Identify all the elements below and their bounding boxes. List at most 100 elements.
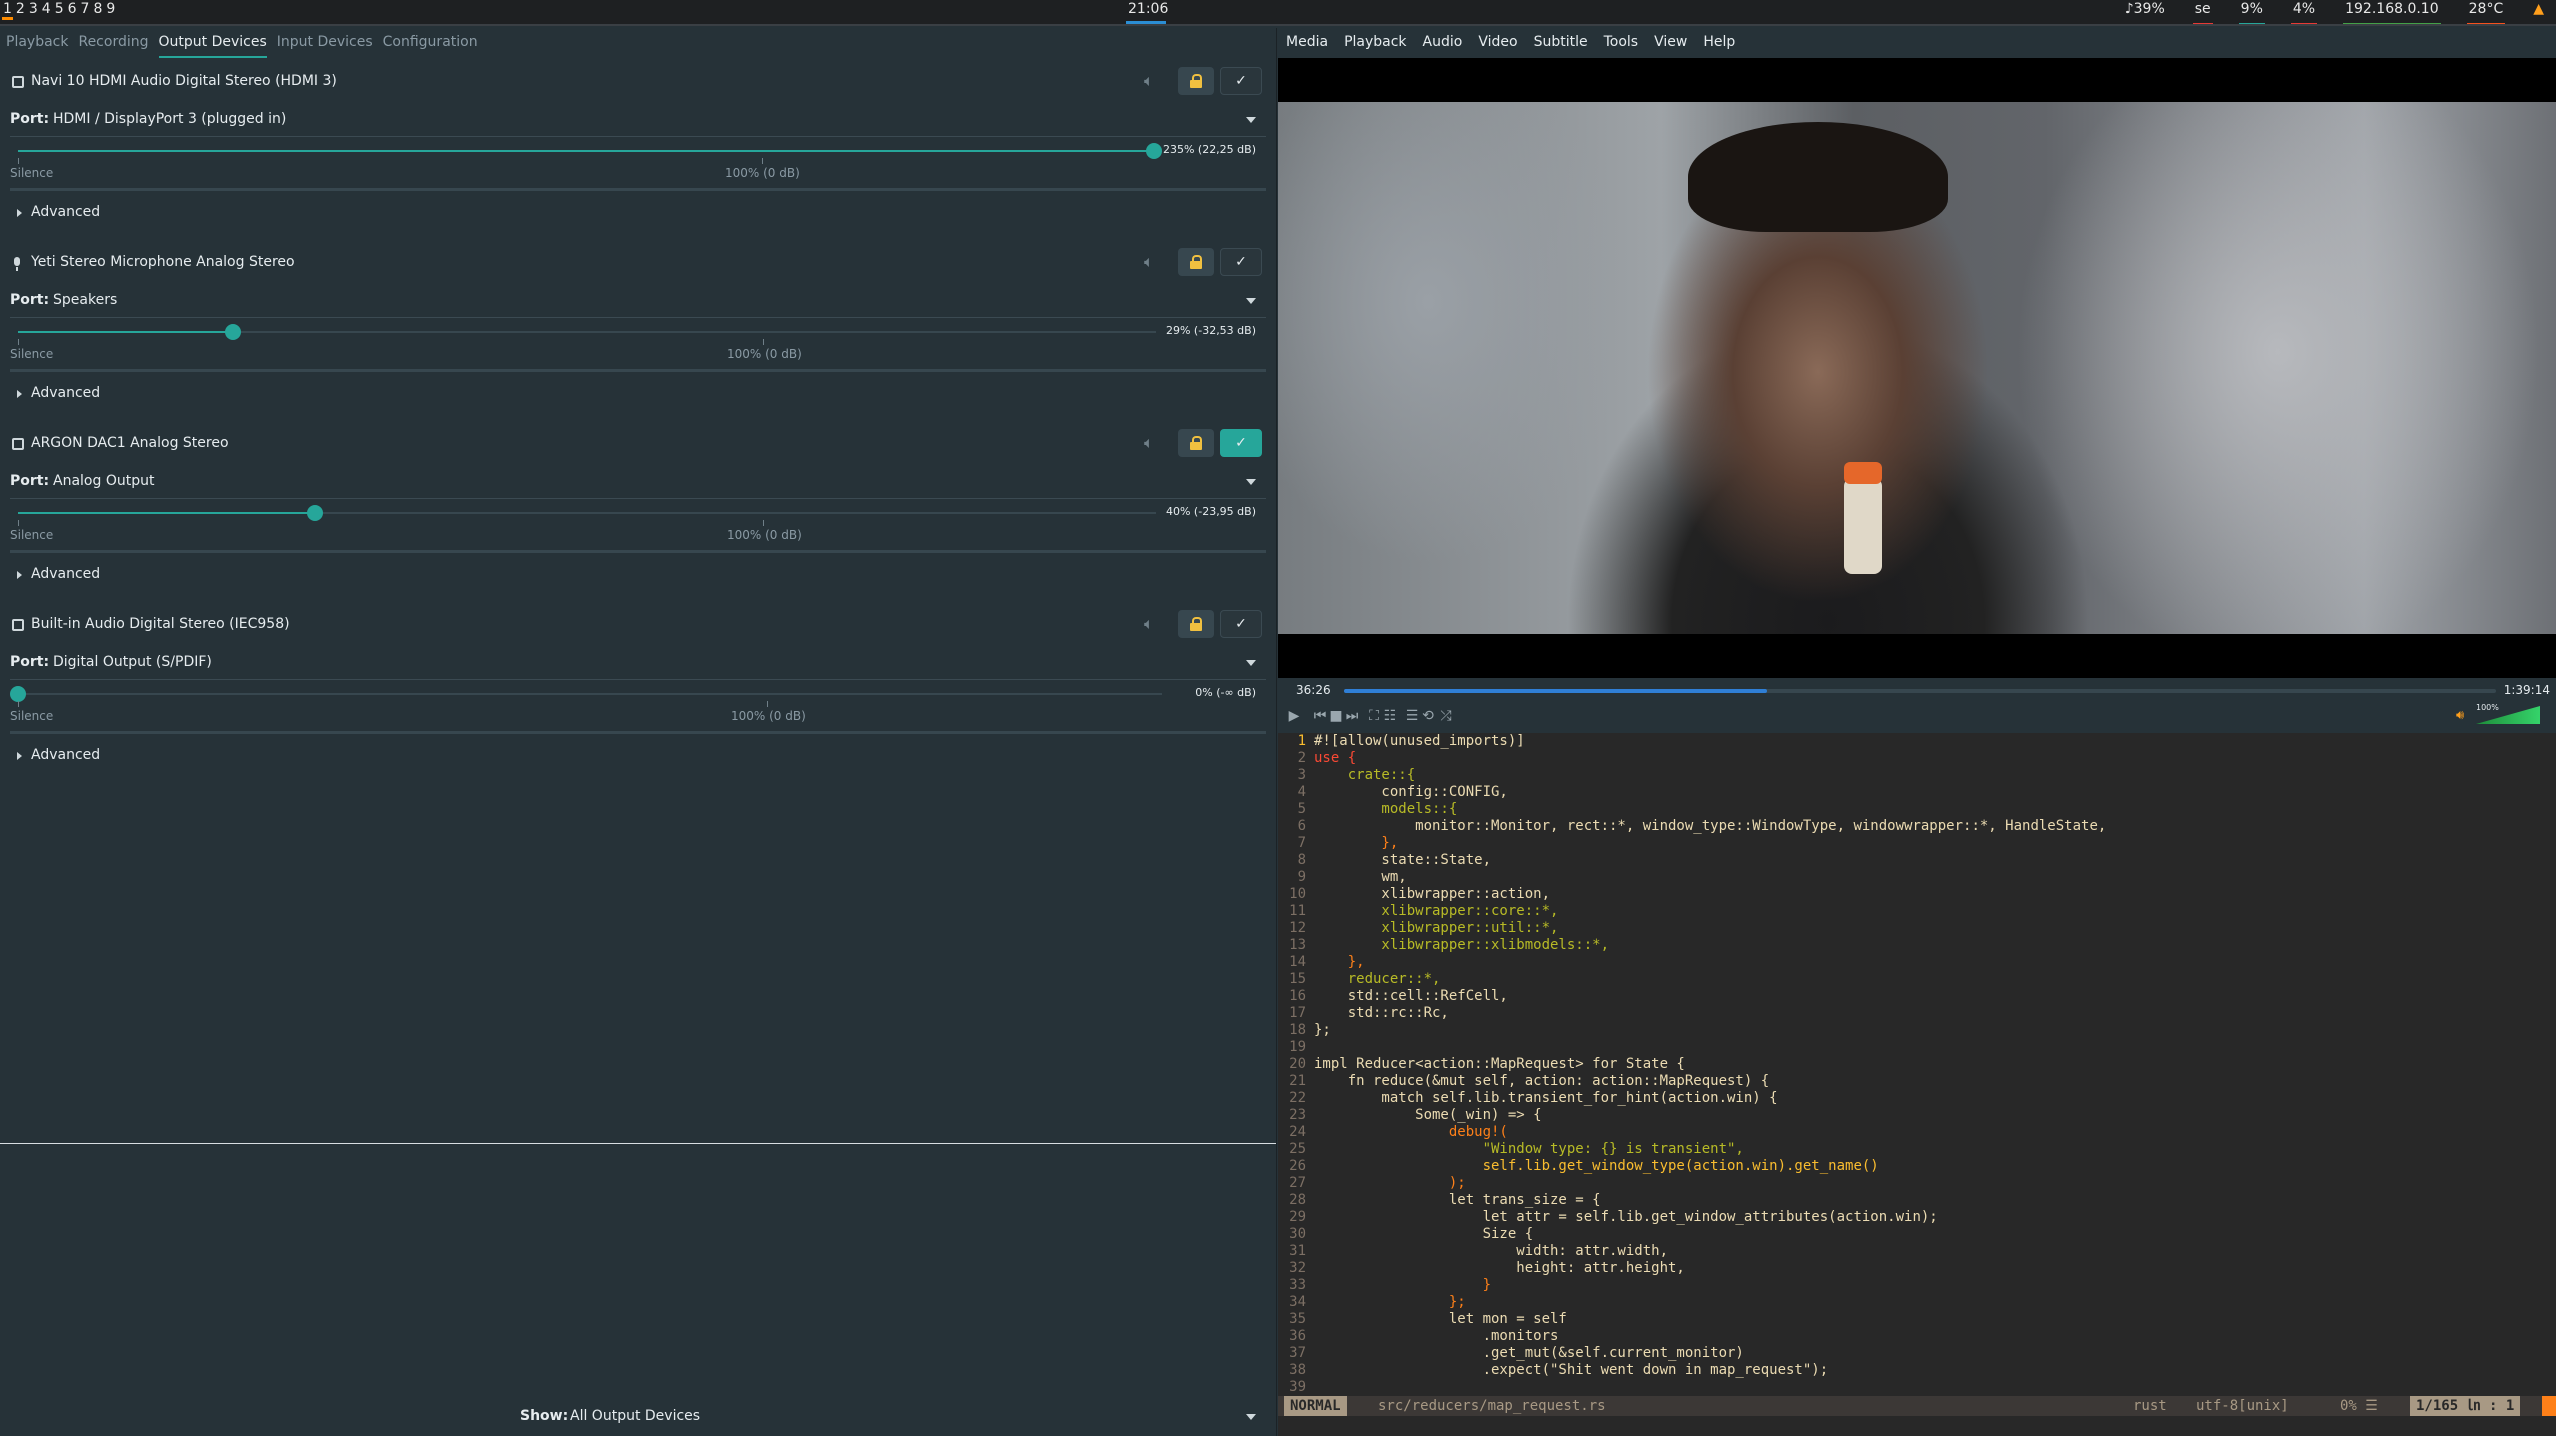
- equalizer-icon[interactable]: ☷: [1380, 706, 1400, 726]
- port-select[interactable]: Digital Output (S/PDIF): [53, 654, 212, 670]
- tab-configuration[interactable]: Configuration: [383, 28, 478, 58]
- code-line[interactable]: 26 self.lib.get_window_type(action.win).…: [1278, 1158, 2556, 1175]
- line-text[interactable]: use {: [1314, 750, 1356, 767]
- code-line[interactable]: 27 );: [1278, 1175, 2556, 1192]
- line-text[interactable]: xlibwrapper::xlibmodels::*,: [1314, 937, 1609, 954]
- menu-subtitle[interactable]: Subtitle: [1534, 34, 1588, 50]
- line-text[interactable]: .monitors: [1314, 1328, 1559, 1345]
- set-default-button[interactable]: ✓: [1220, 429, 1262, 457]
- code-line[interactable]: 17 std::rc::Rc,: [1278, 1005, 2556, 1022]
- volume-status[interactable]: ♪39%: [2123, 0, 2167, 26]
- speaker-mute-icon[interactable]: 🔈︎: [1144, 433, 1164, 453]
- code-line[interactable]: 13 xlibwrapper::xlibmodels::*,: [1278, 937, 2556, 954]
- network-status[interactable]: 192.168.0.10: [2343, 0, 2441, 26]
- line-text[interactable]: let mon = self: [1314, 1311, 1567, 1328]
- line-text[interactable]: self.lib.get_window_type(action.win).get…: [1314, 1158, 1879, 1175]
- volume-slider-handle[interactable]: [225, 324, 242, 340]
- line-text[interactable]: let trans_size = {: [1314, 1192, 1601, 1209]
- chevron-down-icon[interactable]: [1246, 660, 1256, 666]
- code-line[interactable]: 30 Size {: [1278, 1226, 2556, 1243]
- advanced-expander[interactable]: Advanced: [31, 385, 100, 401]
- chevron-down-icon[interactable]: [1246, 298, 1256, 304]
- code-line[interactable]: 6 monitor::Monitor, rect::*, window_type…: [1278, 818, 2556, 835]
- tab-recording[interactable]: Recording: [78, 28, 148, 58]
- line-text[interactable]: config::CONFIG,: [1314, 784, 1507, 801]
- code-line[interactable]: 4 config::CONFIG,: [1278, 784, 2556, 801]
- line-text[interactable]: }: [1314, 1277, 1491, 1294]
- line-text[interactable]: height: attr.height,: [1314, 1260, 1685, 1277]
- line-text[interactable]: };: [1314, 1022, 1331, 1039]
- line-text[interactable]: models::{: [1314, 801, 1457, 818]
- line-text[interactable]: debug!(: [1314, 1124, 1508, 1141]
- code-line[interactable]: 15 reducer::*,: [1278, 971, 2556, 988]
- line-text[interactable]: monitor::Monitor, rect::*, window_type::…: [1314, 818, 2106, 835]
- code-line[interactable]: 24 debug!(: [1278, 1124, 2556, 1141]
- code-line[interactable]: 8 state::State,: [1278, 852, 2556, 869]
- workspace-6[interactable]: 6: [67, 1, 78, 20]
- chevron-down-icon[interactable]: [1246, 117, 1256, 123]
- advanced-expander[interactable]: Advanced: [31, 204, 100, 220]
- temperature-status[interactable]: 28°C: [2466, 0, 2506, 26]
- seek-slider[interactable]: [1344, 689, 2496, 693]
- menu-video[interactable]: Video: [1478, 34, 1517, 50]
- line-text[interactable]: Some(_win) => {: [1314, 1107, 1541, 1124]
- line-text[interactable]: width: attr.width,: [1314, 1243, 1668, 1260]
- code-line[interactable]: 21 fn reduce(&mut self, action: action::…: [1278, 1073, 2556, 1090]
- line-text[interactable]: std::cell::RefCell,: [1314, 988, 1508, 1005]
- code-line[interactable]: 35 let mon = self: [1278, 1311, 2556, 1328]
- code-line[interactable]: 29 let attr = self.lib.get_window_attrib…: [1278, 1209, 2556, 1226]
- port-select[interactable]: Analog Output: [53, 473, 154, 489]
- line-text[interactable]: match self.lib.transient_for_hint(action…: [1314, 1090, 1777, 1107]
- code-line[interactable]: 1 #![allow(unused_imports)]: [1278, 733, 2556, 750]
- code-line[interactable]: 20 impl Reducer<action::MapRequest> for S…: [1278, 1056, 2556, 1073]
- workspace-2[interactable]: 2: [15, 1, 26, 20]
- workspace-8[interactable]: 8: [92, 1, 103, 20]
- volume-slider[interactable]: [18, 143, 1162, 159]
- line-text[interactable]: Size {: [1314, 1226, 1534, 1243]
- volume-slider[interactable]: [18, 505, 1156, 521]
- code-line[interactable]: 23 Some(_win) => {: [1278, 1107, 2556, 1124]
- set-default-button[interactable]: ✓: [1220, 610, 1262, 638]
- tab-output-devices[interactable]: Output Devices: [158, 28, 267, 58]
- keyboard-layout[interactable]: se: [2192, 0, 2213, 26]
- code-line[interactable]: 37 .get_mut(&self.current_monitor): [1278, 1345, 2556, 1362]
- code-line[interactable]: 9 wm,: [1278, 869, 2556, 886]
- video-area[interactable]: [1278, 58, 2556, 678]
- workspace-5[interactable]: 5: [54, 1, 65, 20]
- code-line[interactable]: 34 };: [1278, 1294, 2556, 1311]
- code-line[interactable]: 19: [1278, 1039, 2556, 1056]
- cpu-status[interactable]: 9%: [2238, 0, 2265, 26]
- line-text[interactable]: fn reduce(&mut self, action: action::Map…: [1314, 1073, 1769, 1090]
- line-text[interactable]: };: [1314, 1294, 1466, 1311]
- port-select[interactable]: Speakers: [53, 292, 117, 308]
- code-line[interactable]: 11 xlibwrapper::core::*,: [1278, 903, 2556, 920]
- code-line[interactable]: 28 let trans_size = {: [1278, 1192, 2556, 1209]
- code-line[interactable]: 2 use {: [1278, 750, 2556, 767]
- set-default-button[interactable]: ✓: [1220, 67, 1262, 95]
- volume-slider[interactable]: [10, 686, 1162, 702]
- speaker-mute-icon[interactable]: 🔈︎: [1144, 614, 1164, 634]
- shuffle-icon[interactable]: ⤮: [1436, 706, 1456, 726]
- memory-status[interactable]: 4%: [2290, 0, 2318, 26]
- line-text[interactable]: #![allow(unused_imports)]: [1314, 733, 1525, 750]
- advanced-expander[interactable]: Advanced: [31, 566, 100, 582]
- line-text[interactable]: },: [1314, 835, 1398, 852]
- workspace-4[interactable]: 4: [41, 1, 52, 20]
- code-line[interactable]: 33 }: [1278, 1277, 2556, 1294]
- play-icon[interactable]: ▶: [1284, 706, 1304, 726]
- code-line[interactable]: 14 },: [1278, 954, 2556, 971]
- menu-audio[interactable]: Audio: [1423, 34, 1463, 50]
- tab-input-devices[interactable]: Input Devices: [277, 28, 373, 58]
- port-select[interactable]: HDMI / DisplayPort 3 (plugged in): [53, 111, 286, 127]
- line-text[interactable]: xlibwrapper::util::*,: [1314, 920, 1558, 937]
- code-line[interactable]: 16 std::cell::RefCell,: [1278, 988, 2556, 1005]
- show-select[interactable]: All Output Devices: [570, 1408, 700, 1424]
- code-line[interactable]: 10 xlibwrapper::action,: [1278, 886, 2556, 903]
- chevron-right-icon[interactable]: [17, 571, 22, 579]
- volume-slider-handle[interactable]: [1146, 143, 1162, 159]
- code-line[interactable]: 31 width: attr.width,: [1278, 1243, 2556, 1260]
- total-time[interactable]: 1:39:14: [2504, 683, 2550, 697]
- line-text[interactable]: .expect("Shit went down in map_request")…: [1314, 1362, 1829, 1379]
- lock-channels-button[interactable]: [1178, 429, 1214, 457]
- line-text[interactable]: crate::{: [1314, 767, 1415, 784]
